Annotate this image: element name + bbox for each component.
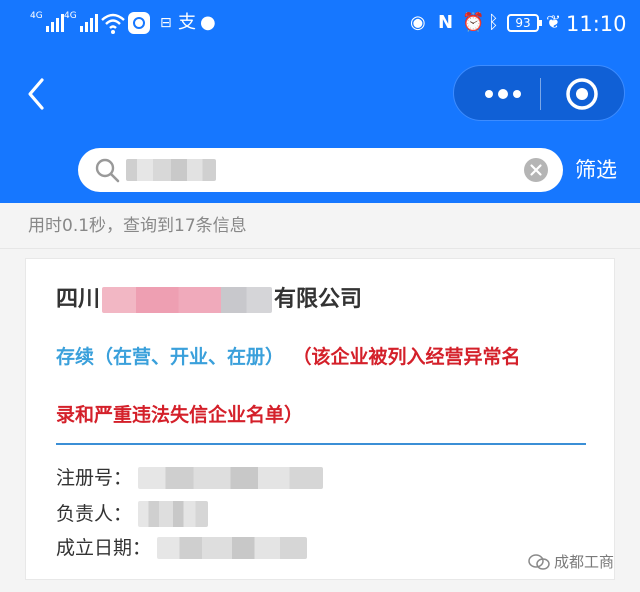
field-value-masked [138, 467, 324, 489]
card-divider [56, 443, 586, 445]
sim-icon: ⊟ [160, 15, 172, 31]
result-summary: 用时0.1秒，查询到17条信息 [28, 216, 247, 236]
warning-text-2: 录和严重违法失信企业名单） [56, 404, 304, 426]
filter-button[interactable]: 筛选 [575, 156, 617, 184]
wechat-icon [528, 554, 550, 570]
more-dots-icon[interactable] [482, 82, 524, 106]
mini-program-capsule [453, 65, 625, 121]
wifi-icon [101, 13, 125, 34]
company-name-prefix: 四川 [56, 287, 101, 312]
search-bar[interactable] [78, 148, 563, 192]
watermark: 成都工商 [528, 552, 614, 572]
company-name-suffix: 有限公司 [274, 287, 363, 312]
alarm-icon: ⏰ [462, 12, 485, 33]
target-circle-icon[interactable] [564, 76, 600, 112]
eye-icon: ◉ [410, 12, 426, 33]
field-value-masked [138, 501, 209, 527]
status-bar: 4G 4G ⊟ 支 ● ◉ N ⏰ ᛒ 93 ❦ 11:10 [0, 0, 640, 50]
company-status: 存续（在营、开业、在册） [56, 346, 285, 368]
result-summary-row: 用时0.1秒，查询到17条信息 [0, 203, 640, 249]
alipay-icon: 支 [178, 12, 196, 33]
search-value-masked [126, 159, 216, 181]
network-type-label-2: 4G [64, 11, 77, 21]
company-name-masked [102, 287, 273, 313]
capsule-divider [540, 78, 541, 110]
app-header: 4G 4G ⊟ 支 ● ◉ N ⏰ ᛒ 93 ❦ 11:10 筛选 [0, 0, 640, 203]
company-name: 四川 有限公司 [56, 285, 362, 315]
warning-text-1: （该企业被列入经营异常名 [302, 346, 521, 368]
app-notification-icon [128, 12, 150, 34]
result-card[interactable]: 四川 有限公司 存续（在营、开业、在册） （该企业被列入经营异常名 录和严重违法失… [25, 258, 615, 580]
clock: 11:10 [566, 12, 627, 36]
network-type-label: 4G [30, 11, 43, 21]
field-label: 负责人： [56, 503, 133, 525]
battery-icon: 93 [507, 14, 542, 32]
company-status-row: 存续（在营、开业、在册） （该企业被列入经营异常名 [56, 343, 521, 371]
nfc-icon: N [438, 12, 454, 33]
field-label: 注册号： [56, 467, 133, 489]
bluetooth-icon: ᛒ [488, 12, 499, 33]
signal-strength-icon: 4G [30, 12, 64, 32]
establish-date-field: 成立日期： [56, 535, 308, 561]
search-icon [95, 158, 120, 183]
field-value-masked [157, 537, 308, 559]
search-input[interactable] [126, 159, 216, 181]
clear-icon[interactable] [523, 157, 549, 183]
leaf-icon: ❦ [546, 12, 562, 33]
registration-number-field: 注册号： [56, 465, 324, 491]
field-label: 成立日期： [56, 537, 152, 559]
watermark-text: 成都工商 [554, 553, 615, 571]
chat-bubble-icon: ● [200, 12, 216, 33]
back-button[interactable] [22, 74, 52, 114]
principal-field: 负责人： [56, 501, 209, 527]
signal-strength-icon-2: 4G [64, 12, 98, 32]
